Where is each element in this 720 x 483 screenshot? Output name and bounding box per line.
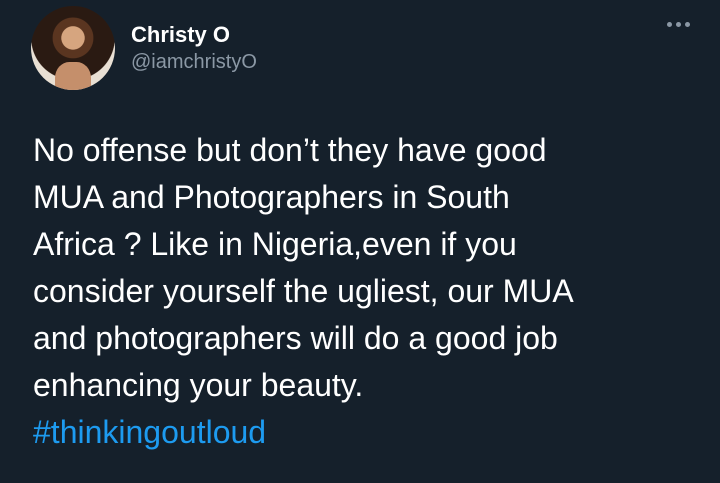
author-display-name[interactable]: Christy O <box>131 21 257 49</box>
author-handle[interactable]: @iamchristyO <box>131 49 257 75</box>
more-dot <box>685 22 690 27</box>
author-names: Christy O @iamchristyO <box>131 21 257 75</box>
avatar[interactable] <box>31 6 115 90</box>
tweet-header: Christy O @iamchristyO <box>31 6 257 90</box>
more-dot <box>667 22 672 27</box>
tweet-card: Christy O @iamchristyO No offense but do… <box>0 0 720 483</box>
tweet-text: No offense but don’t they have good MUA … <box>33 132 574 403</box>
tweet-body: No offense but don’t they have good MUA … <box>33 127 693 456</box>
hashtag-link[interactable]: #thinkingoutloud <box>33 414 266 450</box>
more-horizontal-icon[interactable] <box>667 22 690 27</box>
more-dot <box>676 22 681 27</box>
